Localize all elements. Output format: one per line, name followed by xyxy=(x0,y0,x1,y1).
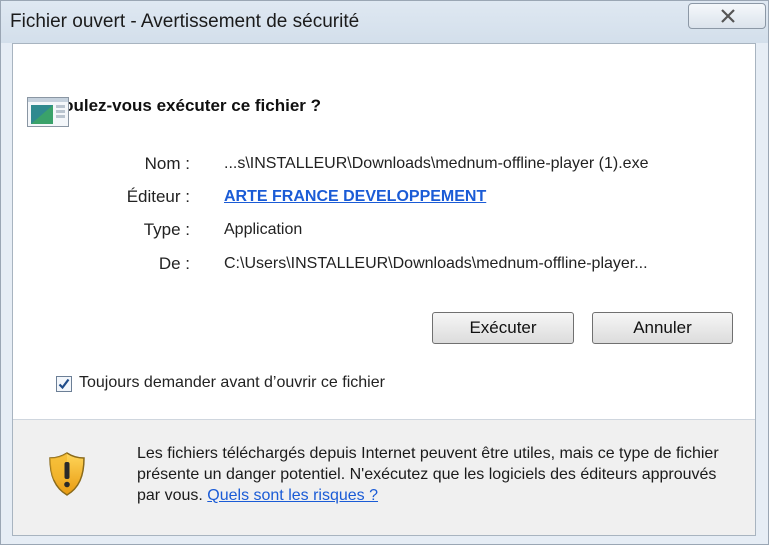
publisher-link[interactable]: ARTE FRANCE DEVELOPPEMENT xyxy=(224,188,486,206)
run-button[interactable]: Exécuter xyxy=(432,312,574,344)
publisher-label: Éditeur : xyxy=(126,187,190,206)
close-button[interactable] xyxy=(688,3,766,29)
risks-link[interactable]: Quels sont les risques ? xyxy=(207,487,378,504)
title-bar[interactable]: Fichier ouvert - Avertissement de sécuri… xyxy=(1,1,768,43)
dialog-content: Voulez-vous exécuter ce fichier ? Nom : … xyxy=(12,43,756,536)
warning-text: Les fichiers téléchargés depuis Internet… xyxy=(137,443,737,506)
warning-area: Les fichiers téléchargés depuis Internet… xyxy=(13,420,755,535)
type-label: Type : xyxy=(143,220,190,239)
name-value: ...s\INSTALLEUR\Downloads\mednum-offline… xyxy=(224,155,649,172)
type-value: Application xyxy=(224,221,303,238)
always-ask-checkbox[interactable] xyxy=(56,376,72,392)
from-value: C:\Users\INSTALLEUR\Downloads\mednum-off… xyxy=(224,255,648,272)
dialog-heading: Voulez-vous exécuter ce fichier ? xyxy=(53,96,321,115)
name-label: Nom : xyxy=(144,154,190,173)
always-ask-label[interactable]: Toujours demander avant d’ouvrir ce fich… xyxy=(79,374,385,392)
application-icon xyxy=(27,97,69,127)
window-title: Fichier ouvert - Avertissement de sécuri… xyxy=(10,11,360,32)
checkmark-icon xyxy=(58,378,70,390)
cancel-button[interactable]: Annuler xyxy=(592,312,733,344)
close-icon xyxy=(721,9,735,23)
shield-warning-icon xyxy=(49,452,85,496)
security-warning-dialog: Fichier ouvert - Avertissement de sécuri… xyxy=(0,0,769,545)
from-label: De : xyxy=(158,254,190,273)
